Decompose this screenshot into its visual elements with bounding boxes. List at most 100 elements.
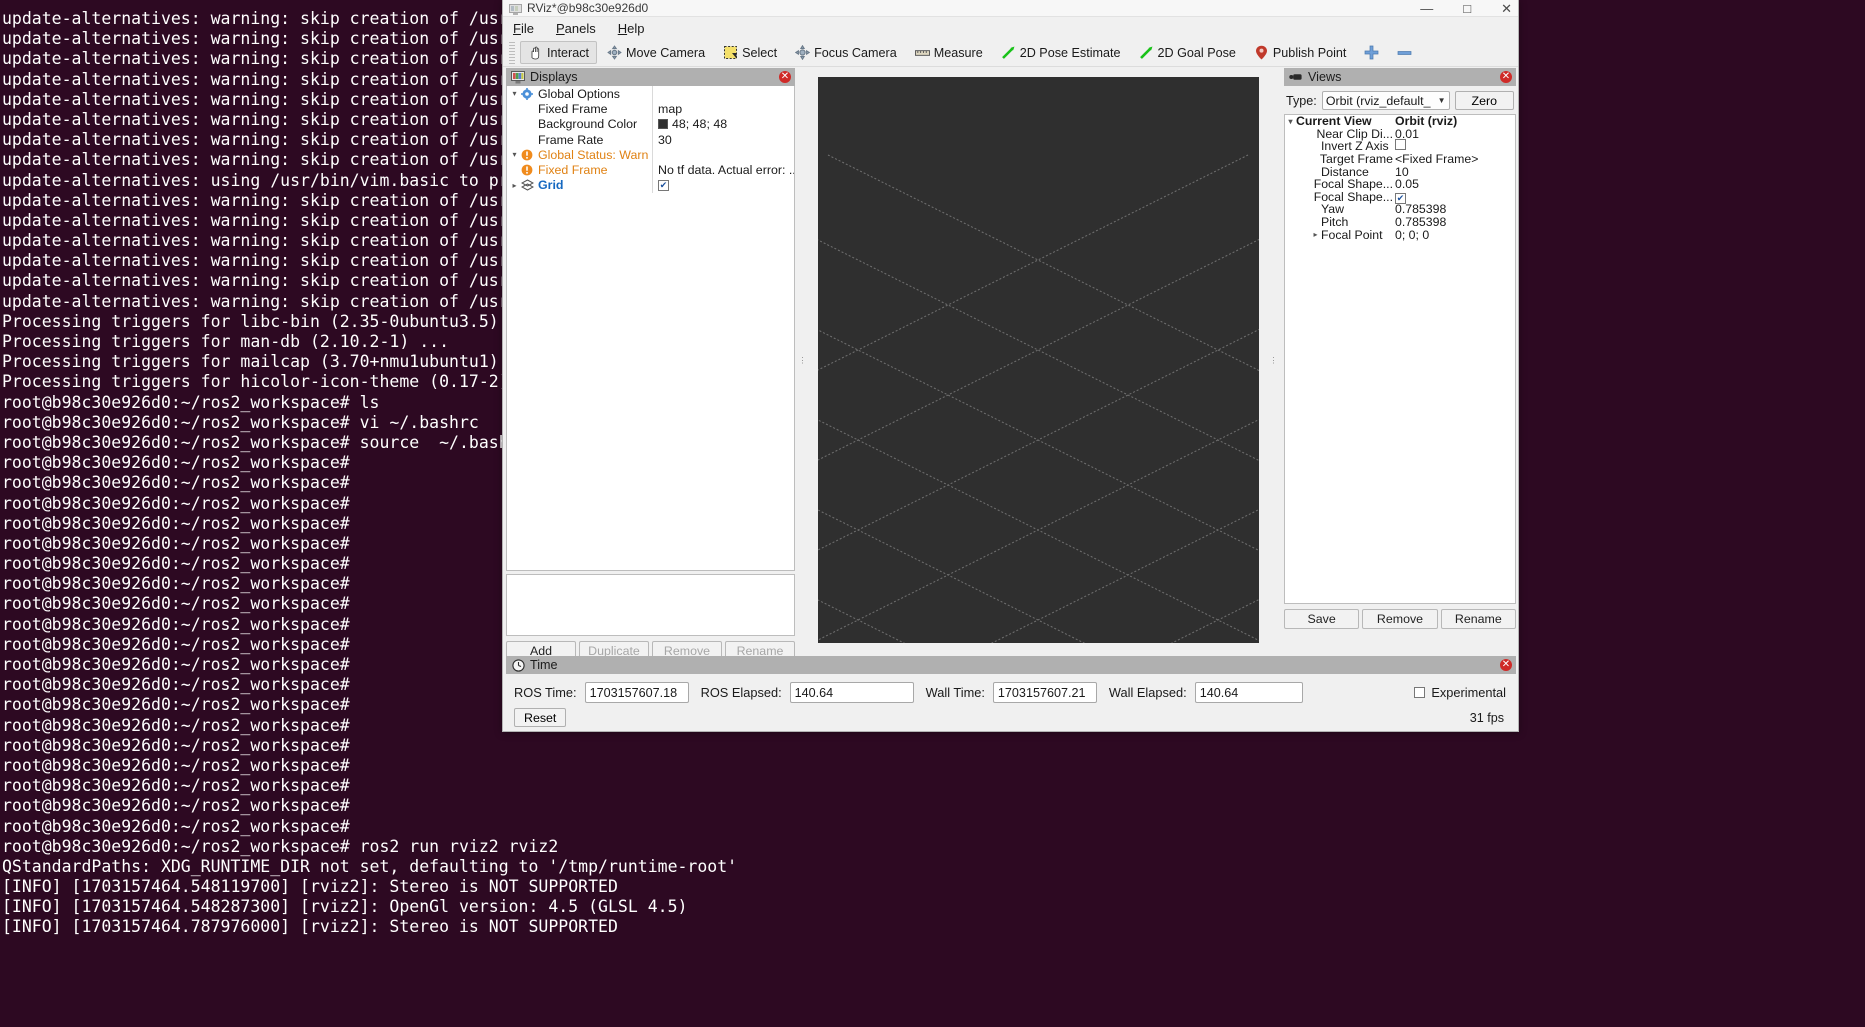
maximize-icon[interactable]: □ [1463,2,1471,15]
rviz-app-icon [509,3,522,15]
minimize-icon[interactable]: — [1420,2,1433,15]
toolbar-button-2d-goal-pose[interactable]: 2D Goal Pose [1131,41,1244,64]
zero-button[interactable]: Zero [1454,91,1514,110]
grid-enabled-checkbox[interactable]: ✔ [658,179,669,191]
menu-file[interactable]: File [513,21,534,36]
views-rename-button[interactable]: Rename [1440,609,1516,629]
goal-arrow-icon [1139,45,1154,60]
views-close-icon[interactable]: ✕ [1500,71,1512,83]
displays-row-name-cell: Background Color [507,117,652,131]
time-fields-row: ROS Time: 1703157607.18 ROS Elapsed: 140… [506,674,1516,703]
toolbar-button-interact[interactable]: Interact [520,41,597,64]
minus-icon [1397,45,1412,60]
displays-row-value-cell[interactable]: No tf data. Actual error: ... [652,162,794,178]
displays-row-value-cell[interactable] [652,86,794,102]
wall-elapsed-input[interactable]: 140.64 [1194,682,1303,703]
views-tree-row[interactable]: ▸ Focal Point 0; 0; 0 [1285,228,1515,242]
views-tree[interactable]: ▾ Current View Orbit (rviz) Near Clip Di...… [1284,114,1516,604]
toolbar-button-label: Select [742,45,778,60]
time-bottom-row: Reset 31 fps [506,703,1516,727]
chevron-right-icon[interactable]: ▸ [509,181,520,190]
view-type-select[interactable]: Orbit (rviz_default_ ▼ [1321,91,1450,110]
experimental-toggle[interactable]: Experimental [1414,685,1506,700]
toolbar-button-minus[interactable] [1389,41,1420,64]
displays-tree-row[interactable]: Background Color 48; 48; 48 [507,116,794,132]
chevron-down-icon[interactable]: ▾ [1285,117,1296,126]
displays-tree-row[interactable]: ▾ Global Options [507,86,794,102]
menu-help[interactable]: Help [618,21,645,36]
toolbar-grip[interactable] [509,41,515,64]
ros-time-input[interactable]: 1703157607.18 [584,682,689,703]
displays-tree[interactable]: ▾ Global Options Fixed Frame map Background … [506,86,795,571]
ros-elapsed-input[interactable]: 140.64 [789,682,914,703]
displays-row-value-cell[interactable]: ✔ [652,177,794,194]
chevron-down-icon[interactable]: ▾ [509,150,520,159]
terminal-line: [INFO] [1703157464.548119700] [rviz2]: S… [2,877,618,897]
displays-close-icon[interactable]: ✕ [779,71,791,83]
displays-tree-row[interactable]: Fixed Frame No tf data. Actual error: ... [507,162,794,178]
toolbar-button-focus-camera[interactable]: Focus Camera [787,41,905,64]
displays-row-label: Fixed Frame [538,101,608,116]
displays-row-name-cell: ▾ Global Status: Warn [507,148,652,162]
views-tree-row[interactable]: Yaw 0.785398 [1285,202,1515,216]
displays-panel: Displays ✕ ▾ Global Options Fixed Frame map… [506,68,795,661]
window-controls: — □ ✕ [1420,0,1512,17]
views-type-row: Type: Orbit (rviz_default_ ▼ Zero [1284,86,1516,114]
toolbar-button-label: Publish Point [1272,45,1347,60]
displays-tree-row[interactable]: Frame Rate 30 [507,131,794,148]
views-tree-row[interactable]: Pitch 0.785398 [1285,215,1515,229]
displays-tree-row[interactable]: ▾ Global Status: Warn [507,147,794,163]
ros-time-label: ROS Time: [514,685,577,700]
reset-button[interactable]: Reset [514,708,567,727]
displays-row-value-cell[interactable] [652,147,794,163]
rviz-titlebar: RViz*@b98c30e926d0 — □ ✕ [503,0,1518,17]
views-tree-row[interactable]: Invert Z Axis [1285,139,1515,153]
views-row-value-cell[interactable]: 0; 0; 0 [1393,228,1515,242]
displays-row-name-cell: Fixed Frame [507,163,652,177]
close-icon[interactable]: ✕ [1501,2,1512,15]
displays-row-name-cell: Frame Rate [507,133,652,147]
time-panel-title: Time [530,658,558,672]
fps-indicator: 31 fps [1469,710,1504,725]
displays-row-value-cell[interactable]: 48; 48; 48 [652,116,794,132]
displays-tree-row[interactable]: Fixed Frame map [507,101,794,117]
grid-display [818,77,1259,643]
displays-row-value-cell[interactable]: 30 [652,131,794,148]
toolbar-button-move-camera[interactable]: Move Camera [599,41,713,64]
views-tree-row[interactable]: Focal Shape... 0.05 [1285,177,1515,191]
toolbar-button-publish-point[interactable]: Publish Point [1246,41,1355,64]
views-tree-row[interactable]: Distance 10 [1285,165,1515,179]
toolbar-button-select[interactable]: Select [715,41,785,64]
views-tree-row[interactable]: ▾ Current View Orbit (rviz) [1285,115,1515,128]
views-tree-row[interactable]: Near Clip Di... 0.01 [1285,127,1515,141]
wall-time-input[interactable]: 1703157607.21 [992,682,1097,703]
splitter-left[interactable]: ⋮ [798,77,807,643]
views-panel: Views ✕ Type: Orbit (rviz_default_ ▼ Zer… [1284,68,1516,654]
measure-icon [914,45,930,60]
displays-row-label: Grid [538,178,564,193]
toolbar-button-plus[interactable] [1356,41,1387,64]
views-save-button[interactable]: Save [1284,609,1360,629]
splitter-right[interactable]: ⋮ [1269,77,1278,643]
render-viewport-3d[interactable] [818,77,1259,643]
chevron-down-icon[interactable]: ▾ [509,89,520,98]
time-close-icon[interactable]: ✕ [1500,659,1512,671]
views-tree-row[interactable]: Focal Shape... ✔ [1285,190,1515,204]
chevron-right-icon[interactable]: ▸ [1310,230,1321,239]
terminal-line: root@b98c30e926d0:~/ros2_workspace# [2,755,350,775]
views-remove-button[interactable]: Remove [1362,609,1438,629]
toolbar-button-2d-pose-estimate[interactable]: 2D Pose Estimate [993,41,1129,64]
displays-row-label: Fixed Frame [538,163,608,178]
view-type-value: Orbit (rviz_default_ [1325,93,1431,108]
toolbar-button-measure[interactable]: Measure [907,41,991,64]
views-button-row: Save Remove Rename [1284,609,1516,629]
views-tree-row[interactable]: Target Frame <Fixed Frame> [1285,152,1515,166]
menu-panels[interactable]: Panels [556,21,596,36]
experimental-label: Experimental [1431,685,1506,700]
views-row-checkbox[interactable] [1395,139,1406,151]
displays-tree-row[interactable]: ▸ Grid ✔ [507,177,794,194]
terminal-line: QStandardPaths: XDG_RUNTIME_DIR not set,… [2,856,738,876]
experimental-checkbox[interactable] [1414,687,1426,698]
displays-row-name-cell: Fixed Frame [507,102,652,116]
displays-row-value-cell[interactable]: map [652,101,794,117]
